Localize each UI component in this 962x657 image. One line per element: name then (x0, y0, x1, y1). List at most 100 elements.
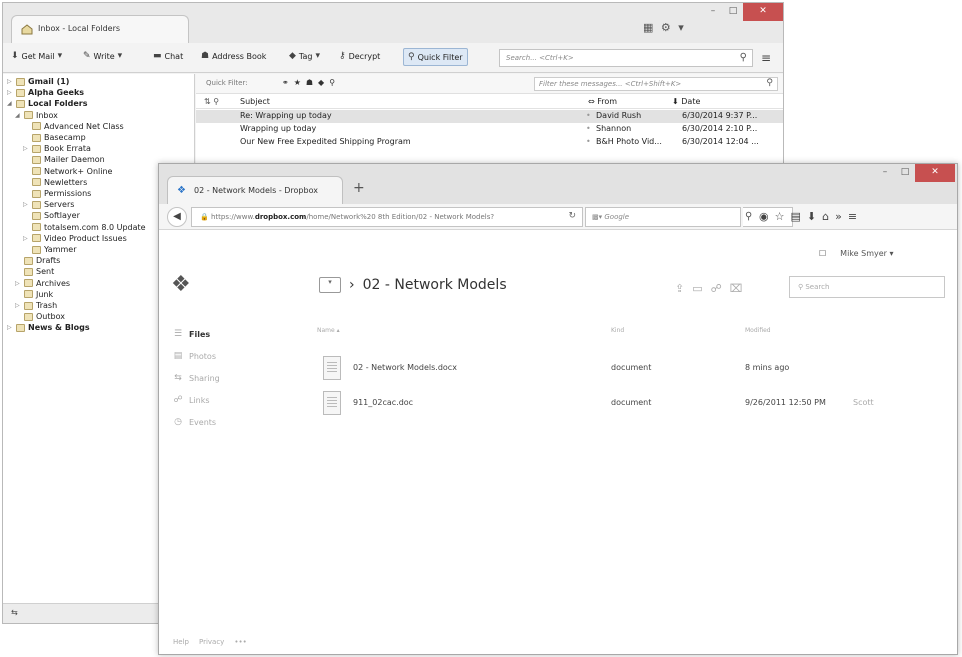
folder-item[interactable]: Junk (15, 290, 53, 299)
sidebar-item-links[interactable]: ☍ Links (173, 395, 209, 405)
folder-label: Local Folders (28, 99, 88, 109)
twisty-icon[interactable]: ▷ (23, 145, 29, 152)
bookmark-star-icon[interactable]: ☆ (775, 210, 791, 223)
reload-icon[interactable]: ↻ (568, 211, 576, 221)
downloads-icon[interactable]: ⬇ (807, 210, 822, 223)
folder-item[interactable]: Newletters (23, 178, 87, 187)
twisty-icon[interactable]: ▷ (15, 302, 21, 309)
sidebar-item-photos[interactable]: ▤ Photos (173, 351, 216, 361)
decrypt-button[interactable]: ⚷ Decrypt (339, 51, 380, 61)
dropbox-search-input[interactable]: ⚲ Search (789, 276, 945, 298)
write-button[interactable]: ✎ Write ▾ (83, 51, 122, 61)
sidebar-item-sharing[interactable]: ⇆ Sharing (173, 373, 220, 383)
twisty-icon[interactable]: ▷ (15, 280, 21, 287)
folder-item[interactable]: ▷ Book Errata (23, 144, 91, 153)
read-status-icon[interactable]: • (586, 111, 591, 120)
upload-icon[interactable]: ⇪ (675, 282, 692, 295)
folder-item[interactable]: ▷ Archives (15, 279, 70, 288)
help-link[interactable]: Help (173, 638, 189, 646)
close-button[interactable]: ✕ (915, 164, 955, 182)
message-row[interactable]: Re: Wrapping up today David Rush 6/30/2014… (196, 110, 783, 123)
maximize-button[interactable]: □ (895, 164, 915, 182)
folder-item[interactable]: Mailer Daemon (23, 155, 105, 164)
address-book-button[interactable]: ☗ Address Book (201, 51, 266, 61)
home-icon[interactable]: ⌂ (822, 210, 835, 223)
tag-button[interactable]: ◆ Tag ▾ (289, 51, 320, 61)
folder-item[interactable]: ▷ Video Product Issues (23, 234, 127, 243)
more-link[interactable]: ••• (234, 638, 246, 646)
message-filter-input[interactable]: Filter these messages... <Ctrl+Shift+K> … (534, 77, 778, 91)
folder-item[interactable]: Sent (15, 267, 54, 276)
firefox-tab-dropbox[interactable]: ❖ 02 - Network Models - Dropbox (167, 176, 343, 204)
folder-item[interactable]: Softlayer (23, 211, 80, 220)
file-row[interactable]: 02 - Network Models.docx document 8 mins a… (317, 354, 947, 388)
thunderbird-search-input[interactable]: Search... <Ctrl+K> ⚲ (499, 49, 753, 67)
overflow-icon[interactable]: » (835, 210, 848, 223)
minimize-button[interactable]: – (875, 164, 895, 182)
file-row[interactable]: 911_02cac.doc document 9/26/2011 12:50 PM S… (317, 389, 947, 423)
dropbox-logo-icon[interactable]: ❖ (171, 272, 191, 297)
maximize-button[interactable]: □ (723, 3, 743, 21)
minimize-button[interactable]: – (703, 3, 723, 21)
quick-filter-toggles[interactable]: ⚭★☗◆⚲ (282, 78, 340, 87)
folder-item[interactable]: Drafts (15, 256, 60, 265)
app-menu-icon[interactable]: ≡ (761, 51, 771, 65)
sidebar-item-events[interactable]: ◷ Events (173, 417, 216, 427)
folder-item[interactable]: ▷ Servers (23, 200, 74, 209)
new-tab-button[interactable]: + (353, 180, 365, 196)
folder-item[interactable]: totalsem.com 8.0 Update (23, 223, 146, 232)
folder-item[interactable]: Permissions (23, 189, 91, 198)
folder-item[interactable]: Outbox (15, 312, 65, 321)
new-folder-icon[interactable]: ▭ (692, 282, 710, 295)
twisty-icon[interactable]: ▷ (7, 324, 13, 331)
close-button[interactable]: ✕ (743, 3, 783, 21)
get-mail-button[interactable]: ⬇ Get Mail ▾ (11, 51, 62, 61)
folder-item[interactable]: ◢ Inbox (15, 111, 58, 120)
delete-icon[interactable]: ⌧ (730, 282, 751, 295)
folder-item[interactable]: Advanced Net Class (23, 122, 124, 131)
twisty-icon[interactable]: ◢ (7, 100, 13, 107)
url-bar[interactable]: 🔒 https://www.dropbox.com/home/Network%2… (191, 207, 583, 227)
notifications-icon[interactable]: ☐ (819, 249, 826, 258)
user-menu[interactable]: Mike Smyer ▾ (840, 249, 893, 258)
menu-icon[interactable]: ≡ (848, 210, 863, 223)
twisty-icon[interactable]: ▷ (7, 89, 13, 96)
folder-item[interactable]: Basecamp (23, 133, 86, 142)
back-button[interactable]: ◀ (167, 207, 187, 227)
chat-button[interactable]: ▬ Chat (153, 51, 183, 61)
share-link-icon[interactable]: ☍ (711, 282, 730, 295)
folder-item[interactable]: ▷ Alpha Geeks (7, 88, 84, 97)
folder-item[interactable]: Network+ Online (23, 167, 112, 176)
twisty-icon[interactable]: ▷ (7, 78, 13, 85)
folder-item[interactable]: ▷ Gmail (1) (7, 77, 69, 86)
thread-column-icon[interactable]: ⇅ ⚲ (204, 97, 219, 106)
folder-item[interactable]: ▷ Trash (15, 301, 57, 310)
column-subject[interactable]: Subject (240, 97, 270, 106)
addon-icon[interactable]: ◉ (759, 210, 775, 223)
read-status-icon[interactable]: • (586, 124, 591, 133)
sidebar-item-files[interactable]: ☰ Files (173, 329, 210, 339)
thunderbird-tab-inbox[interactable]: Inbox - Local Folders (11, 15, 189, 43)
column-from[interactable]: ⇔ From (588, 97, 617, 106)
column-modified[interactable]: Modified (745, 327, 771, 334)
twisty-icon[interactable]: ▷ (23, 201, 29, 208)
twisty-icon[interactable]: ◢ (15, 112, 21, 119)
column-name[interactable]: Name ▴ (317, 327, 340, 334)
privacy-link[interactable]: Privacy (199, 638, 224, 646)
message-row[interactable]: Wrapping up today Shannon 6/30/2014 2:10 P… (196, 123, 783, 136)
file-kind: document (611, 398, 652, 407)
folder-item[interactable]: ◢ Local Folders (7, 99, 88, 108)
folder-item[interactable]: Yammer (23, 245, 76, 254)
offline-icon[interactable]: ⇆ (11, 608, 18, 617)
read-status-icon[interactable]: • (586, 137, 591, 146)
quick-filter-button[interactable]: ⚲ Quick Filter (403, 48, 468, 66)
web-search-input[interactable]: ▩▾ Google (585, 207, 741, 227)
column-date[interactable]: ⬇ Date (672, 97, 700, 106)
tray-icons[interactable]: ▦ ⚙ ▾ (643, 21, 686, 34)
column-kind[interactable]: Kind (611, 327, 624, 334)
firefox-window-controls: – □ ✕ (875, 164, 955, 182)
folder-item[interactable]: ▷ News & Blogs (7, 323, 90, 332)
bookmarks-icon[interactable]: ▤ (790, 210, 806, 223)
message-row[interactable]: Our New Free Expedited Shipping Program B… (196, 136, 783, 149)
twisty-icon[interactable]: ▷ (23, 235, 29, 242)
